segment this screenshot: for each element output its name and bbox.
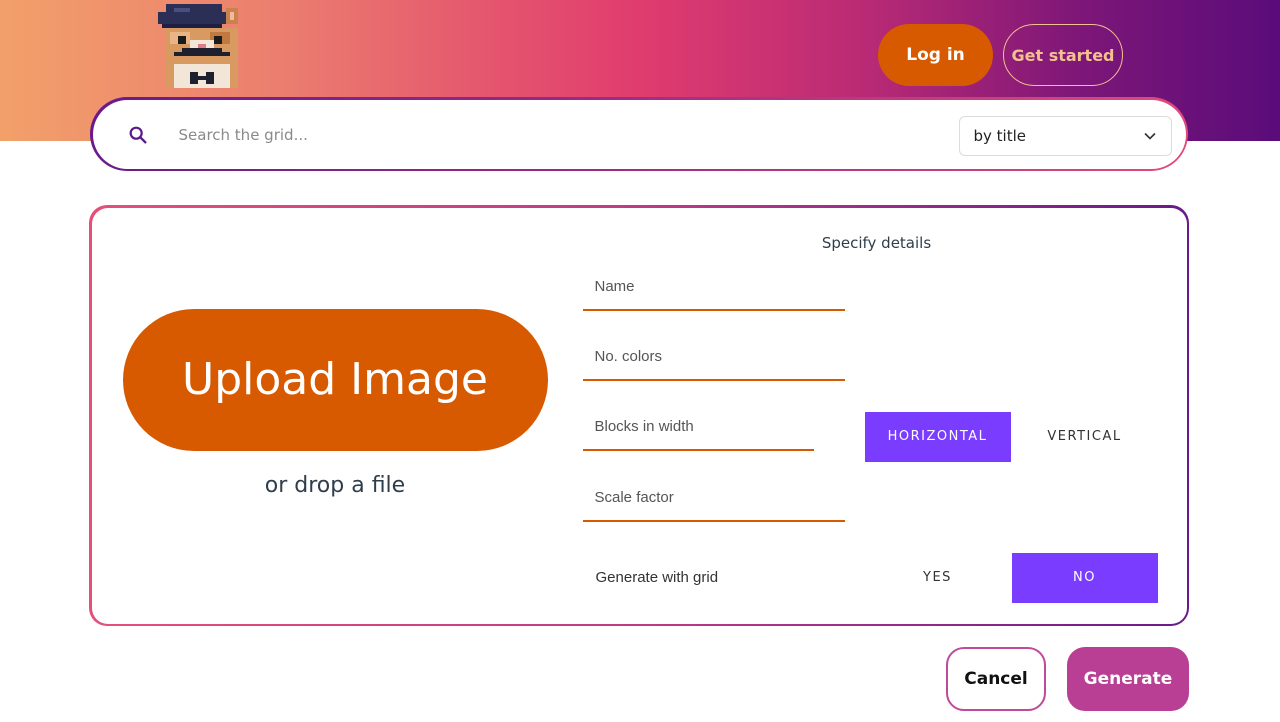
vertical-toggle[interactable]: VERTICAL: [1012, 412, 1158, 462]
search-filter-value: by title: [973, 126, 1027, 145]
cancel-button[interactable]: Cancel: [946, 647, 1046, 711]
create-grid-panel-inner: Upload Image or drop a file Specify deta…: [91, 207, 1187, 624]
search-bar: by title: [90, 97, 1188, 171]
scale-factor-input[interactable]: [594, 483, 835, 512]
generate-with-grid-label: Generate with grid: [595, 568, 719, 586]
scale-factor-field: [582, 480, 845, 522]
pixel-cat-logo[interactable]: [150, 0, 254, 96]
colors-field: [582, 339, 845, 381]
search-icon[interactable]: [127, 124, 149, 146]
name-input[interactable]: [594, 272, 835, 301]
details-title: Specify details: [821, 233, 932, 252]
grid-yes-toggle[interactable]: YES: [865, 553, 1011, 603]
chevron-down-icon: [1143, 132, 1156, 140]
generate-button[interactable]: Generate: [1067, 647, 1189, 711]
login-button[interactable]: Log in: [878, 24, 993, 86]
search-bar-inner: by title: [92, 99, 1186, 169]
horizontal-toggle[interactable]: HORIZONTAL: [864, 411, 1011, 462]
search-filter-select[interactable]: by title: [958, 115, 1172, 156]
blocks-width-field: [582, 409, 835, 451]
upload-image-button[interactable]: Upload Image: [122, 308, 548, 451]
create-grid-panel: Upload Image or drop a file Specify deta…: [89, 205, 1189, 626]
blocks-width-input[interactable]: [594, 412, 835, 441]
name-field: [582, 269, 845, 311]
colors-input[interactable]: [594, 342, 835, 371]
drop-file-text: or drop a file: [264, 472, 406, 498]
grid-no-toggle[interactable]: NO: [1011, 552, 1158, 603]
get-started-button[interactable]: Get started: [1003, 24, 1123, 86]
search-input[interactable]: [178, 117, 779, 152]
